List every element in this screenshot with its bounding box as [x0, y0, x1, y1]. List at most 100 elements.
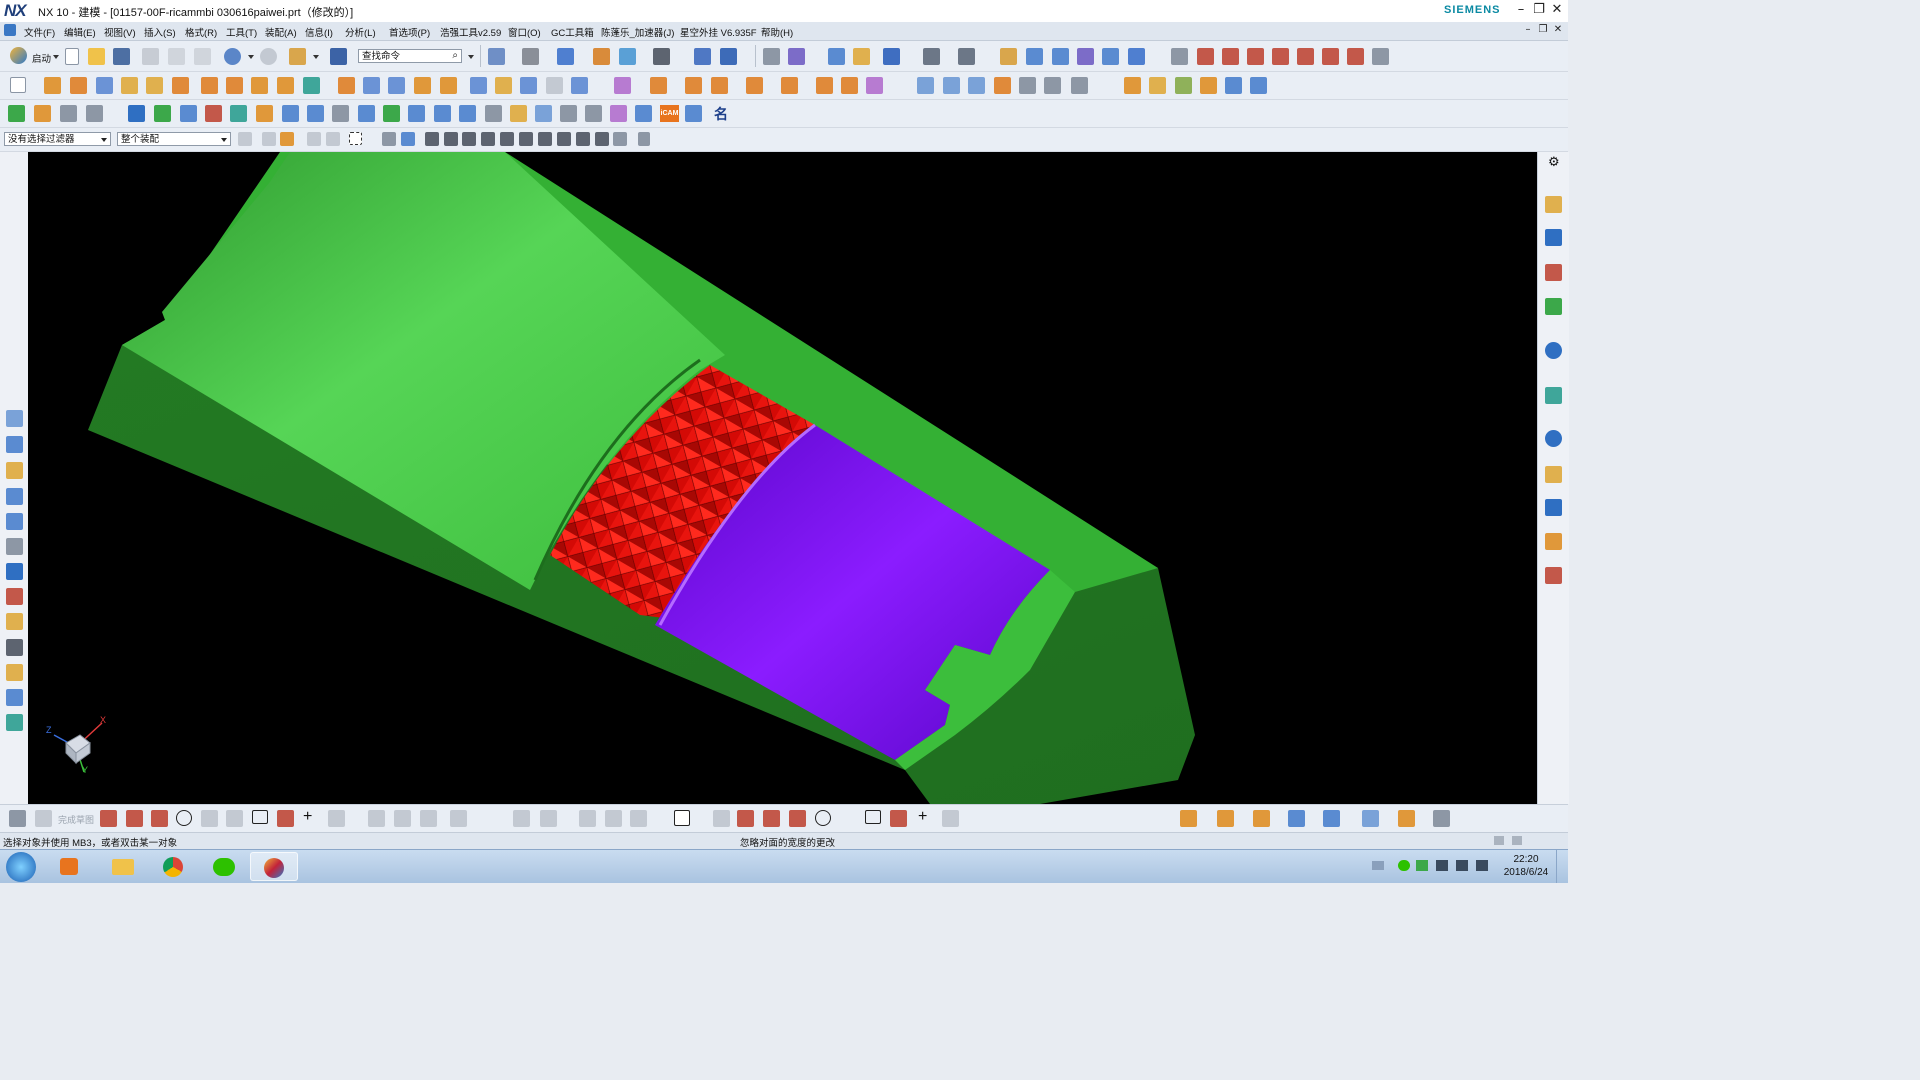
curve-h-icon[interactable] [1347, 48, 1364, 65]
undo-icon[interactable] [224, 48, 241, 65]
snap-control-icon[interactable] [481, 132, 495, 146]
patch-icon[interactable] [571, 77, 588, 94]
selection-icon[interactable] [788, 48, 805, 65]
minimize-icon[interactable]: – [1513, 2, 1529, 18]
chamfer-icon[interactable] [414, 77, 431, 94]
app-menu-icon[interactable] [4, 24, 16, 36]
plugin-p-icon[interactable] [434, 105, 451, 122]
search-icon[interactable]: ⌕ [452, 50, 458, 62]
file-explorer-task[interactable] [99, 852, 147, 881]
orient-view-icon[interactable] [557, 48, 574, 65]
tray-security-icon[interactable] [1416, 860, 1428, 871]
media-player-task[interactable] [46, 852, 94, 881]
tool-e-icon[interactable] [1102, 48, 1119, 65]
offset-curve-icon[interactable] [328, 810, 345, 827]
assembly-d-icon[interactable] [1200, 77, 1217, 94]
resize-blend-icon[interactable] [746, 77, 763, 94]
surface-c-icon[interactable] [968, 77, 985, 94]
status-b-icon[interactable] [1512, 836, 1522, 845]
reuse-library-icon[interactable] [6, 488, 23, 505]
menu-edit[interactable]: 编辑(E) [64, 25, 96, 39]
hole-icon[interactable] [201, 77, 218, 94]
curve-c-icon[interactable] [1222, 48, 1239, 65]
circle-icon[interactable] [176, 810, 192, 826]
visualization-icon[interactable] [6, 714, 23, 731]
plugin-i-icon[interactable] [256, 105, 273, 122]
right-tool-g-icon[interactable] [1545, 499, 1562, 516]
assembly-f-icon[interactable] [1250, 77, 1267, 94]
extrude-icon[interactable] [44, 77, 61, 94]
plugin-y-icon[interactable] [685, 105, 702, 122]
right-tool-e-icon[interactable] [1545, 387, 1562, 404]
info-icon[interactable] [1545, 342, 1562, 359]
curve-f-icon[interactable] [1297, 48, 1314, 65]
gear-icon[interactable]: ⚙ [1548, 154, 1560, 170]
pattern-icon[interactable] [251, 77, 268, 94]
arc-icon[interactable] [151, 810, 168, 827]
plugin-q-icon[interactable] [459, 105, 476, 122]
tray-volume-icon[interactable] [1476, 860, 1488, 871]
system-materials-icon[interactable] [6, 664, 23, 681]
draft-icon[interactable] [363, 77, 380, 94]
curve-a-icon[interactable] [1171, 48, 1188, 65]
thicken-icon[interactable] [495, 77, 512, 94]
show-desktop-button[interactable] [1556, 850, 1569, 883]
section-view-icon[interactable] [619, 48, 636, 65]
offset-face-icon[interactable] [470, 77, 487, 94]
chevron-down-icon[interactable] [468, 55, 474, 59]
right-tool-f-icon[interactable] [1545, 466, 1562, 483]
point-2-icon[interactable]: + [918, 808, 927, 826]
make-coplanar-icon[interactable] [816, 77, 833, 94]
tray-wechat-icon[interactable] [1398, 860, 1410, 871]
rectangle-2-icon[interactable] [865, 810, 881, 824]
open-folder-icon[interactable] [88, 48, 105, 65]
right-tool-b-icon[interactable] [1545, 229, 1562, 246]
tray-network-icon[interactable] [1456, 860, 1468, 871]
tool-d-icon[interactable] [1077, 48, 1094, 65]
check-icon[interactable] [8, 105, 25, 122]
tray-keyboard-icon[interactable] [1372, 861, 1384, 870]
right-tool-d-icon[interactable] [1545, 298, 1562, 315]
revolve-icon[interactable] [70, 77, 87, 94]
linear-dimension-icon[interactable] [841, 77, 858, 94]
plugin-r-icon[interactable] [485, 105, 502, 122]
delete-face-icon[interactable] [685, 77, 702, 94]
pull-face-icon[interactable] [650, 77, 667, 94]
plugin-g-icon[interactable] [205, 105, 222, 122]
arc-2-icon[interactable] [789, 810, 806, 827]
tool-c-icon[interactable] [1052, 48, 1069, 65]
menu-help[interactable]: 帮助(H) [761, 25, 793, 39]
save-icon[interactable] [113, 48, 130, 65]
assembly-c-icon[interactable] [1175, 77, 1192, 94]
type-filter-select[interactable]: 没有选择过滤器 [4, 132, 111, 146]
fit-view-icon[interactable] [488, 48, 505, 65]
point-icon[interactable]: + [303, 808, 312, 826]
grid-icon[interactable] [923, 48, 940, 65]
plugin-d-icon[interactable] [128, 105, 145, 122]
filter-d-icon[interactable] [307, 132, 321, 146]
curve-e-icon[interactable] [1272, 48, 1289, 65]
snap-icon[interactable] [883, 48, 900, 65]
unite-icon[interactable] [277, 77, 294, 94]
paste-icon[interactable] [194, 48, 211, 65]
wcs-icon[interactable] [694, 48, 711, 65]
selection-scope-select[interactable]: 整个装配 [117, 132, 231, 146]
roles-icon[interactable] [6, 639, 23, 656]
curve-d-icon[interactable] [1247, 48, 1264, 65]
plugin-s-icon[interactable] [510, 105, 527, 122]
start-button-icon[interactable] [6, 852, 36, 882]
extrude-2-icon[interactable] [1180, 810, 1197, 827]
status-a-icon[interactable] [1494, 836, 1504, 845]
assembly-navigator-icon[interactable] [6, 436, 23, 453]
quick-extend-icon[interactable] [394, 810, 411, 827]
trim-2-icon[interactable] [1433, 810, 1450, 827]
snap-endpoint-icon[interactable] [444, 132, 458, 146]
palettes-icon[interactable] [6, 689, 23, 706]
snap-b-icon[interactable] [401, 132, 415, 146]
filter-a-icon[interactable] [238, 132, 252, 146]
snap-point-icon[interactable] [425, 132, 439, 146]
subtract-icon[interactable] [303, 77, 320, 94]
plugin-c-icon[interactable] [86, 105, 103, 122]
snap-extra-icon[interactable] [613, 132, 627, 146]
offset-curve-2-icon[interactable] [942, 810, 959, 827]
